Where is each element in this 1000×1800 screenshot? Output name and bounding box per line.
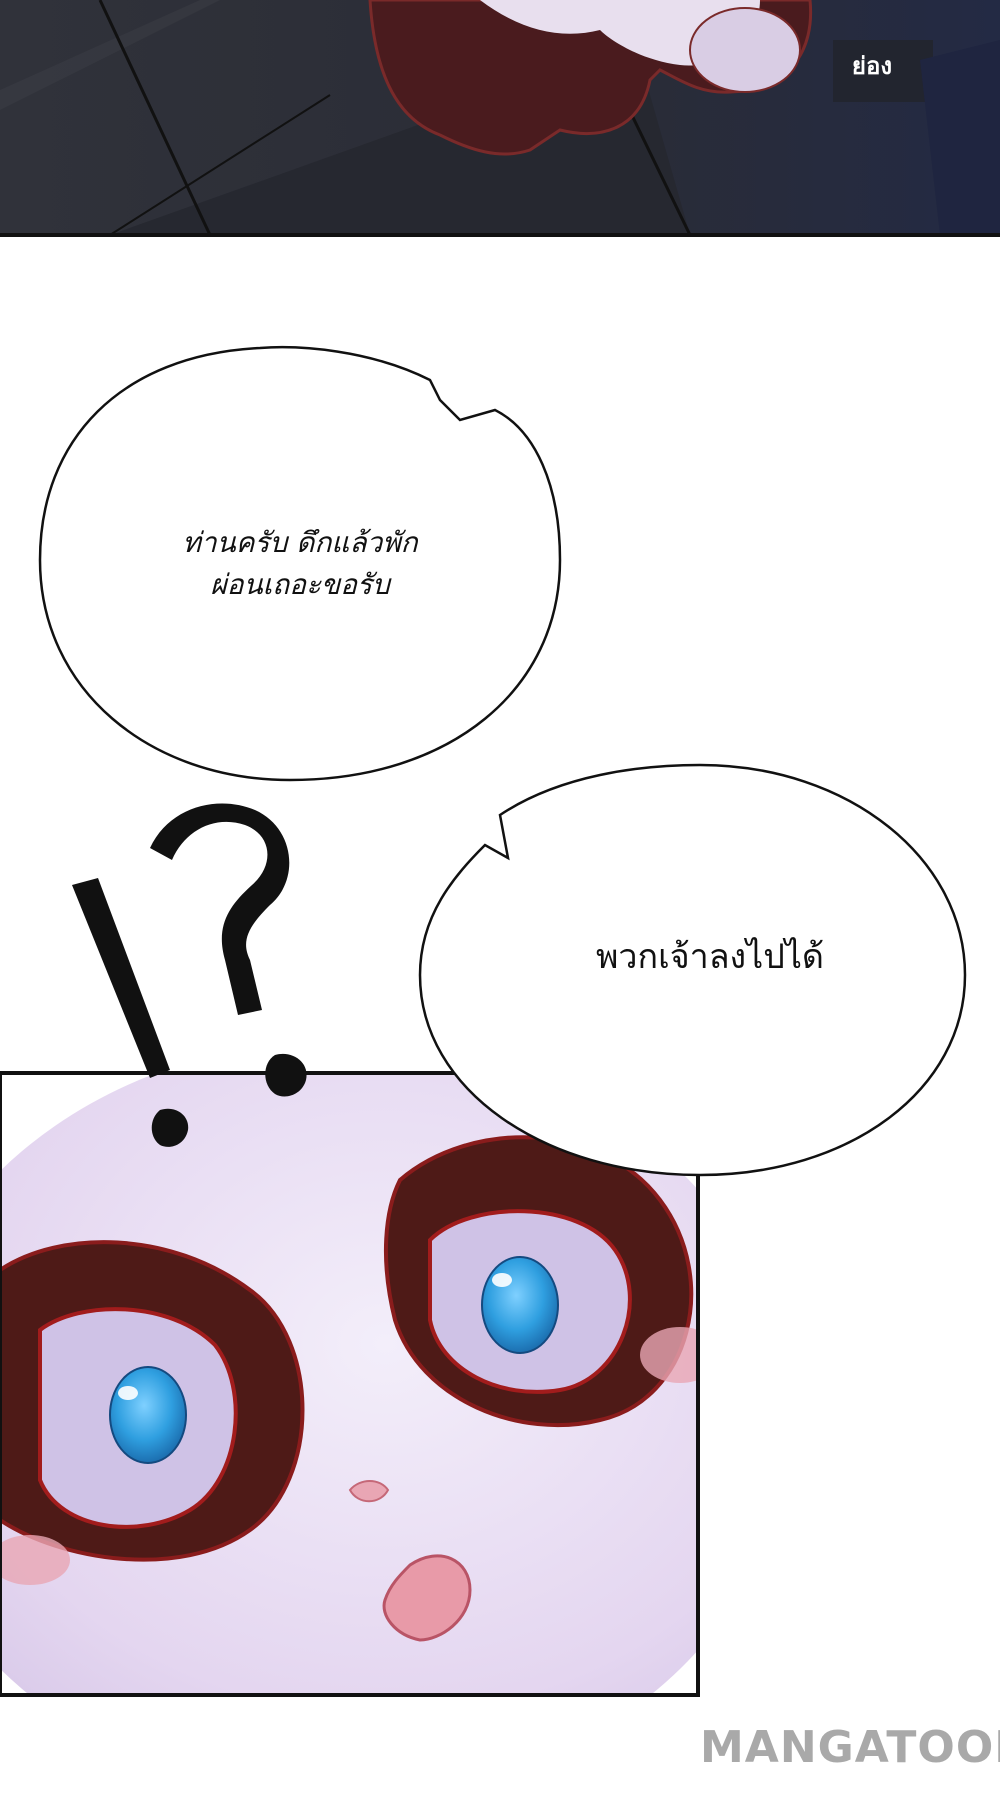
watermark-logo: MANGATOON <box>700 1722 1000 1773</box>
sound-effect-text: ย่อง <box>851 52 893 80</box>
comic-artwork <box>0 0 1000 1697</box>
bubble-2-line-1: พวกเจ้าลงไปได้ <box>595 937 825 977</box>
bubble-2-text: พวกเจ้าลงไปได้ <box>520 935 900 979</box>
panel-1 <box>0 0 1000 237</box>
bubble-1-text: ท่านครับ ดึกแล้วพัก ผ่อนเถอะขอรับ <box>130 522 470 606</box>
bubble-1-line-2: ผ่อนเถอะขอรับ <box>210 568 390 601</box>
bubble-1-line-1: ท่านครับ ดึกแล้วพัก <box>182 526 418 559</box>
